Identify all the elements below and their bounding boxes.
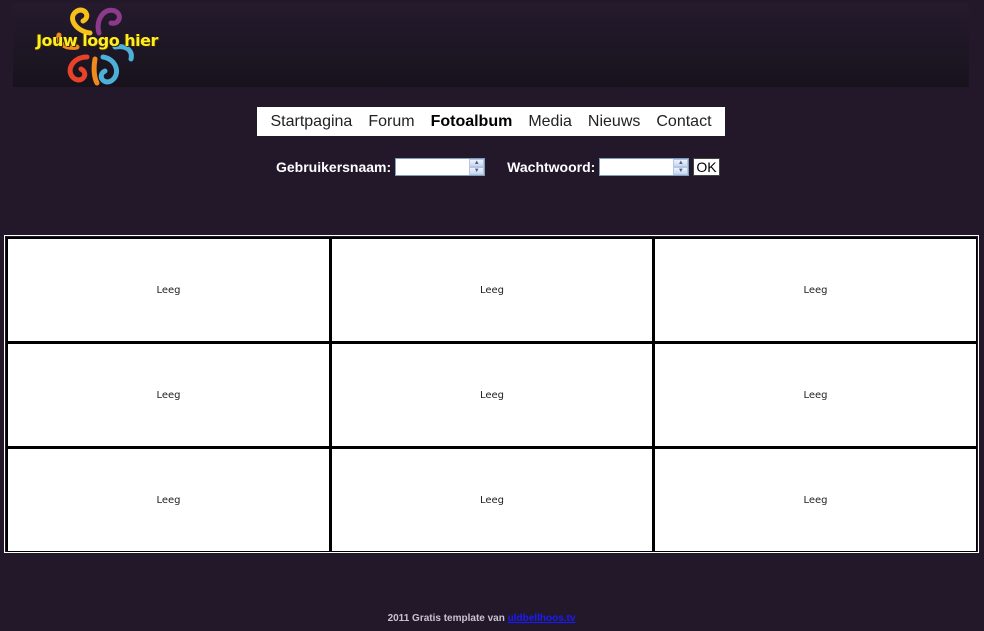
username-spinner: ▲ ▼ — [469, 159, 485, 175]
gallery-cell[interactable]: Leeg — [7, 448, 330, 552]
footer-text: 2011 Gratis template van — [387, 613, 508, 624]
gallery-cell[interactable]: Leeg — [331, 448, 653, 552]
header-banner: Jouw logo hier — [13, 3, 969, 87]
password-field[interactable] — [600, 159, 675, 175]
nav-item-contact[interactable]: Contact — [648, 113, 719, 131]
spin-down-icon[interactable]: ▼ — [469, 167, 485, 175]
footer: 2011 Gratis template van uldbellhoos.tv — [0, 613, 963, 624]
page: Jouw logo hier Startpagina Forum Fotoalb… — [0, 0, 984, 631]
nav-item-forum[interactable]: Forum — [360, 113, 422, 131]
login-submit-button[interactable]: OK — [693, 158, 720, 176]
spin-up-icon[interactable]: ▲ — [469, 159, 485, 167]
site-logo[interactable]: Jouw logo hier — [35, 3, 159, 87]
footer-link[interactable]: uldbellhoos.tv — [508, 613, 576, 624]
gallery-cell[interactable]: Leeg — [654, 448, 977, 552]
nav-item-startpagina[interactable]: Startpagina — [262, 113, 360, 131]
username-field-wrapper: ▲ ▼ — [395, 158, 486, 176]
gallery-cell[interactable]: Leeg — [7, 343, 330, 447]
gallery-cell[interactable]: Leeg — [331, 343, 653, 447]
nav-item-fotoalbum[interactable]: Fotoalbum — [423, 113, 521, 131]
gallery-cell[interactable]: Leeg — [654, 343, 977, 447]
nav-item-media[interactable]: Media — [520, 113, 580, 131]
nav-item-nieuws[interactable]: Nieuws — [580, 113, 648, 131]
gallery-cell[interactable]: Leeg — [331, 238, 653, 342]
gallery-cell[interactable]: Leeg — [654, 238, 977, 342]
password-spinner: ▲ ▼ — [673, 159, 689, 175]
spin-up-icon[interactable]: ▲ — [673, 159, 689, 167]
logo-text: Jouw logo hier — [36, 31, 158, 50]
gallery-grid: Leeg Leeg Leeg Leeg Leeg Leeg Leeg Leeg … — [6, 237, 977, 552]
gallery-cell[interactable]: Leeg — [7, 238, 330, 342]
username-label: Gebruikersnaam: — [276, 159, 392, 175]
login-form: Gebruikersnaam: ▲ ▼ Wachtwoord: ▲ ▼ OK — [276, 157, 720, 177]
photo-gallery: Leeg Leeg Leeg Leeg Leeg Leeg Leeg Leeg … — [4, 235, 979, 553]
password-field-wrapper: ▲ ▼ — [599, 158, 690, 176]
password-label: Wachtwoord: — [507, 159, 596, 175]
spin-down-icon[interactable]: ▼ — [673, 167, 689, 175]
username-field[interactable] — [396, 159, 471, 175]
main-nav: Startpagina Forum Fotoalbum Media Nieuws… — [257, 107, 725, 136]
